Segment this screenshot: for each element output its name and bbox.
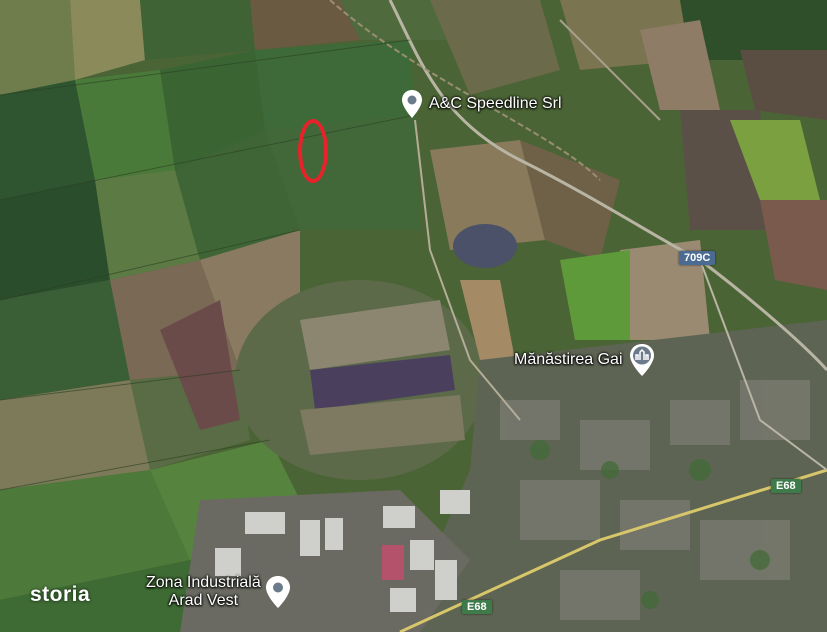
poi-zona-industriala[interactable]: Zona Industrială Arad Vest: [146, 574, 291, 610]
poi-manastirea-gai[interactable]: Mănăstirea Gai: [514, 343, 655, 377]
poi-label-line1: Zona Industrială: [146, 574, 261, 591]
location-pin-icon: [402, 90, 422, 118]
poi-ac-speedline[interactable]: A&C Speedline Srl: [401, 89, 562, 119]
location-pin-icon: [265, 576, 290, 608]
poi-label-zona-industriala: Zona Industrială Arad Vest: [146, 574, 261, 610]
road-shield-709c: 709C: [679, 251, 716, 265]
poi-label-line2: Arad Vest: [168, 592, 239, 609]
poi-label-ac-speedline: A&C Speedline Srl: [429, 95, 562, 112]
road-shield-e68-east: E68: [771, 479, 801, 493]
poi-label-manastirea-gai: Mănăstirea Gai: [514, 351, 623, 368]
road-shield-e68-south: E68: [462, 600, 492, 614]
monastery-pin-icon: [629, 344, 654, 376]
highlighted-plot-marker: [298, 119, 328, 183]
satellite-map[interactable]: A&C Speedline Srl Mănăstirea Gai Zona In…: [0, 0, 827, 632]
storia-watermark: storia: [30, 583, 91, 606]
